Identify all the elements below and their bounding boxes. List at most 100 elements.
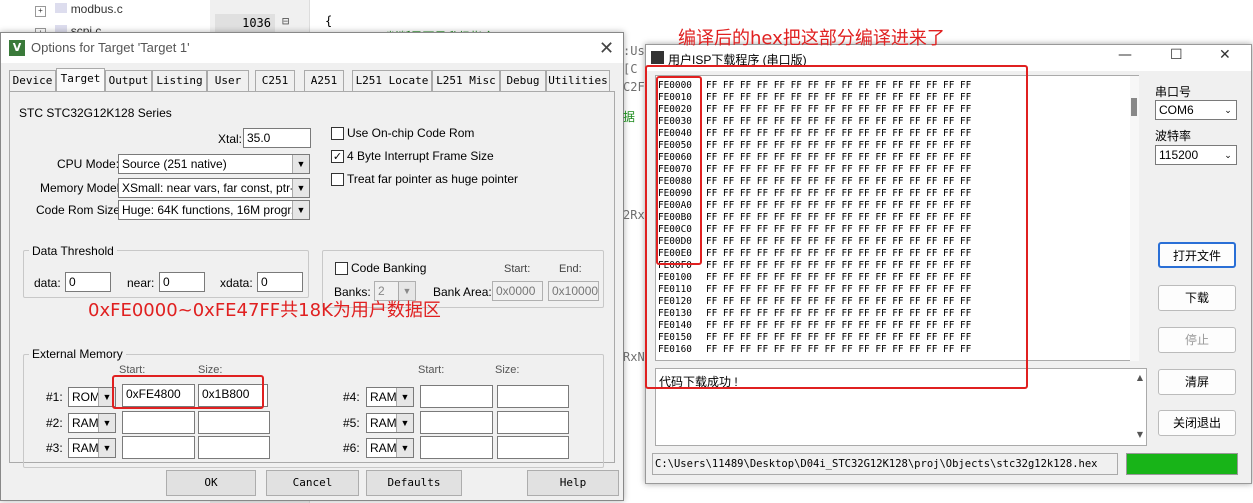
bank-start-input[interactable]: 0x0000 xyxy=(492,281,543,301)
memory-model-select[interactable]: XSmall: near vars, far const, ptr-4 ▼ xyxy=(118,178,310,198)
scroll-thumb[interactable] xyxy=(1131,98,1137,116)
tab-user[interactable]: User xyxy=(207,70,249,91)
bg-code-fragment: 据 xyxy=(623,110,636,124)
banking-start-label: Start: xyxy=(504,263,531,275)
tab-a251[interactable]: A251 xyxy=(304,70,344,91)
close-icon[interactable]: ✕ xyxy=(1219,47,1231,63)
xtal-label: Xtal: xyxy=(218,132,243,146)
file-tree-item[interactable]: + modbus.c xyxy=(35,2,123,17)
tab-device[interactable]: Device xyxy=(9,70,56,91)
ext-size-input[interactable] xyxy=(497,411,569,434)
ext-row-label: #6: xyxy=(343,441,360,455)
close-icon[interactable]: ✕ xyxy=(599,38,614,59)
highlight-box xyxy=(645,65,1028,389)
code-rom-label: Code Rom Size: xyxy=(36,203,124,217)
bank-area-label: Bank Area: xyxy=(433,285,492,299)
vertical-scrollbar[interactable] xyxy=(1130,76,1139,361)
open-file-button[interactable]: 打开文件 xyxy=(1158,242,1236,268)
baud-label: 波特率 xyxy=(1155,129,1192,143)
tab-target[interactable]: Target xyxy=(56,68,105,92)
bg-code-fragment: [C xyxy=(623,62,638,76)
ok-button[interactable]: OK xyxy=(166,470,256,496)
fold-icon[interactable]: ⊟ xyxy=(282,14,289,28)
ext-size-input[interactable] xyxy=(497,436,569,459)
exit-button[interactable]: 关闭退出 xyxy=(1158,410,1236,436)
download-button[interactable]: 下载 xyxy=(1158,285,1236,311)
ext-row-label: #1: xyxy=(46,390,63,404)
data-threshold-title: Data Threshold xyxy=(29,244,117,258)
ext-row-label: #4: xyxy=(343,390,360,404)
device-series: STC STC32G12K128 Series xyxy=(19,106,172,120)
bank-end-input[interactable]: 0x10000 xyxy=(548,281,599,301)
code-banking-checkbox[interactable] xyxy=(335,262,348,275)
app-icon xyxy=(651,51,664,64)
ext-type-select[interactable]: RAM ▼ xyxy=(366,413,414,433)
baud-select[interactable]: 115200 ⌄ xyxy=(1155,145,1237,165)
data-label: data: xyxy=(34,276,61,290)
far-pointer-label: Treat far pointer as huge pointer xyxy=(347,172,518,186)
log-scrollbar[interactable]: ▲ ▼ xyxy=(1136,373,1144,439)
xdata-input[interactable]: 0 xyxy=(257,272,303,292)
port-select[interactable]: COM6 ⌄ xyxy=(1155,100,1237,120)
code-brace: { xyxy=(325,14,333,28)
four-byte-checkbox[interactable]: ✓ xyxy=(331,150,344,163)
ext-size-input[interactable] xyxy=(497,385,569,408)
stop-button[interactable]: 停止 xyxy=(1158,327,1236,353)
chevron-down-icon: ⌄ xyxy=(1220,101,1236,119)
ext-type-select[interactable]: RAM ▼ xyxy=(366,438,414,458)
clear-button[interactable]: 清屏 xyxy=(1158,369,1236,395)
chevron-down-icon: ▼ xyxy=(292,155,309,173)
cancel-button[interactable]: Cancel xyxy=(266,470,359,496)
tab-listing[interactable]: Listing xyxy=(152,70,207,91)
keil-icon: V xyxy=(9,40,25,56)
tab-l251-locate[interactable]: L251 Locate xyxy=(352,70,432,91)
ext-size-input[interactable] xyxy=(198,411,270,434)
ext-start-input[interactable] xyxy=(420,436,493,459)
maximize-icon[interactable]: ☐ xyxy=(1170,47,1183,63)
bg-code-fragment: :Us xyxy=(623,44,645,58)
ext-size-label-right: Size: xyxy=(495,364,520,376)
tab-debug[interactable]: Debug xyxy=(500,70,546,91)
ext-start-input[interactable] xyxy=(122,411,195,434)
defaults-button[interactable]: Defaults xyxy=(366,470,462,496)
port-label: 串口号 xyxy=(1155,85,1192,99)
ext-type-select[interactable]: ROM ▼ xyxy=(68,387,116,407)
minimize-icon[interactable]: — xyxy=(1118,47,1132,63)
chevron-down-icon: ⌄ xyxy=(1220,146,1236,164)
ext-type-select[interactable]: RAM ▼ xyxy=(366,387,414,407)
ext-start-input[interactable] xyxy=(122,436,195,459)
cpu-mode-select[interactable]: Source (251 native) ▼ xyxy=(118,154,310,174)
far-pointer-checkbox[interactable] xyxy=(331,173,344,186)
ext-type-select[interactable]: RAM ▼ xyxy=(68,413,116,433)
chevron-down-icon: ▼ xyxy=(396,439,413,457)
file-icon xyxy=(55,3,68,13)
xtal-input[interactable]: 35.0 xyxy=(243,128,311,148)
ext-type-select[interactable]: RAM ▼ xyxy=(68,438,116,458)
near-input[interactable]: 0 xyxy=(159,272,205,292)
ext-row-label: #3: xyxy=(46,441,63,455)
target-tab-panel: STC STC32G12K128 Series Xtal: 35.0 CPU M… xyxy=(9,91,615,468)
annotation-user-data: 0xFE0000~0xFE47FF共18K为用户数据区 xyxy=(88,300,441,321)
tab-c251[interactable]: C251 xyxy=(255,70,295,91)
code-rom-select[interactable]: Huge: 64K functions, 16M progr. ▼ xyxy=(118,200,310,220)
ext-start-input[interactable] xyxy=(420,385,493,408)
ext-start-label-right: Start: xyxy=(418,364,445,376)
tab-utilities[interactable]: Utilities xyxy=(546,70,610,91)
chevron-down-icon: ▼ xyxy=(98,439,115,457)
four-byte-label: 4 Byte Interrupt Frame Size xyxy=(347,149,494,163)
ext-size-input[interactable] xyxy=(198,436,270,459)
ext-start-input[interactable] xyxy=(420,411,493,434)
tab-output[interactable]: Output xyxy=(105,70,152,91)
onchip-checkbox[interactable] xyxy=(331,127,344,140)
tab-l251-misc[interactable]: L251 Misc xyxy=(432,70,500,91)
onchip-label: Use On-chip Code Rom xyxy=(347,126,475,140)
chevron-down-icon: ▼ xyxy=(396,414,413,432)
cpu-mode-label: CPU Mode: xyxy=(57,157,120,171)
chevron-down-icon: ▼ xyxy=(292,201,309,219)
chevron-down-icon: ▼ xyxy=(98,414,115,432)
progress-bar xyxy=(1126,453,1238,475)
chevron-down-icon: ▼ xyxy=(396,388,413,406)
dialog-title: Options for Target 'Target 1' xyxy=(31,40,190,55)
help-button[interactable]: Help xyxy=(527,470,619,496)
data-input[interactable]: 0 xyxy=(65,272,111,292)
